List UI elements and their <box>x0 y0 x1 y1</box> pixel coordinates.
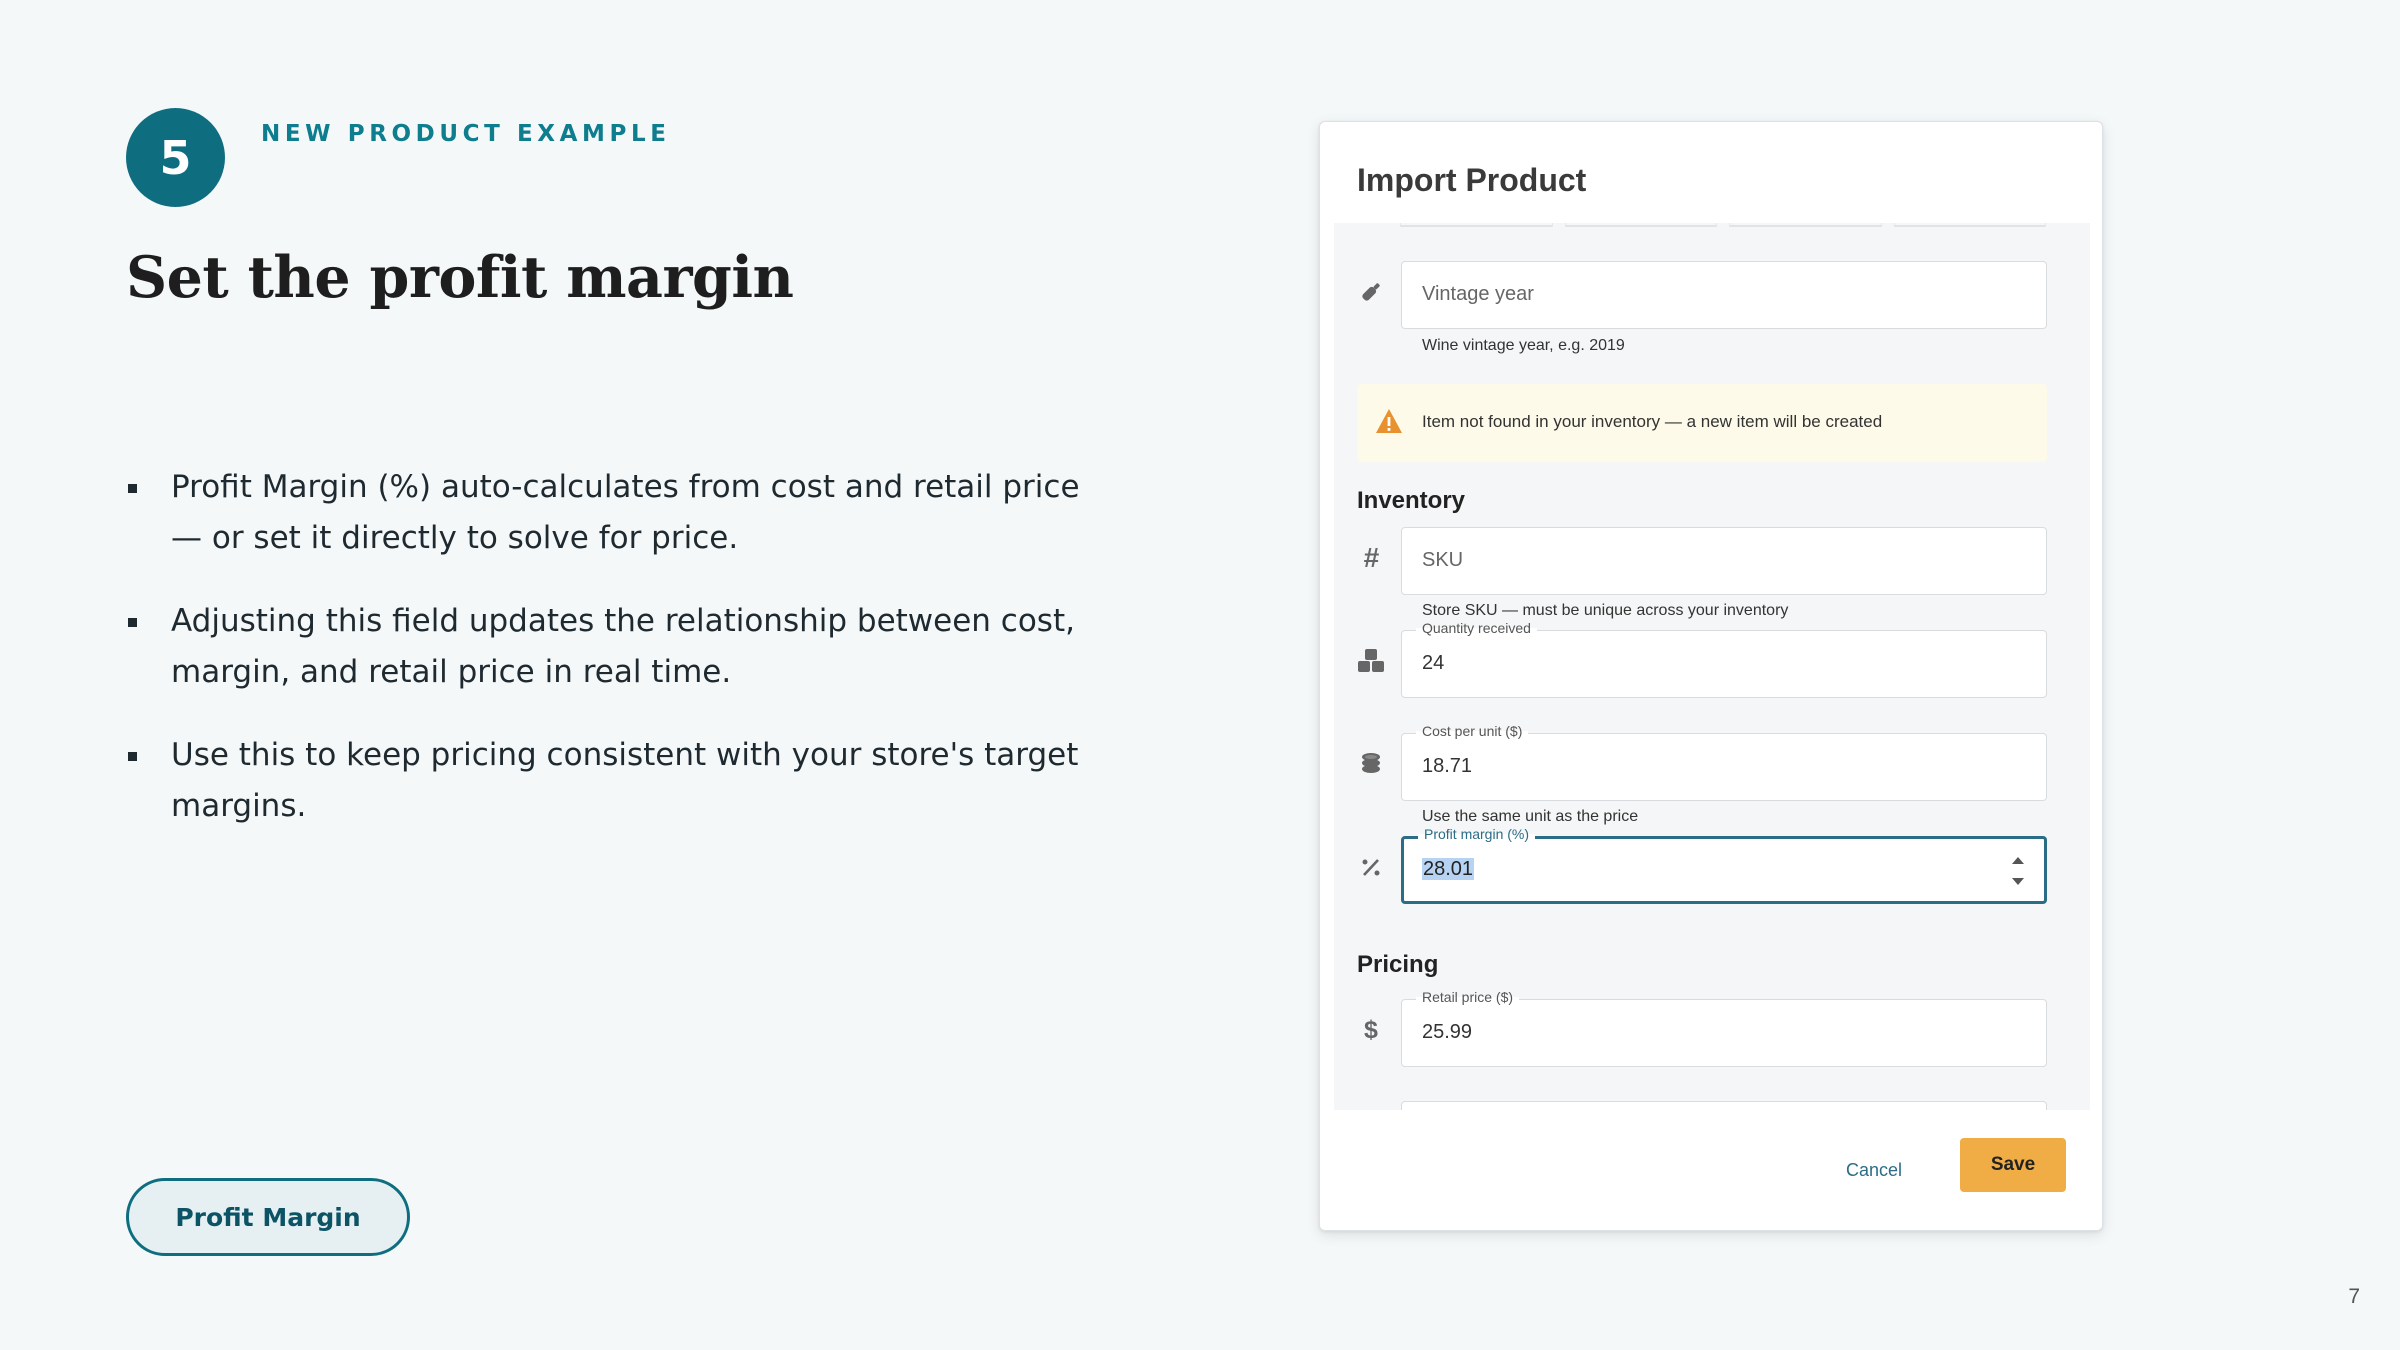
cost-per-unit-helper: Use the same unit as the price <box>1422 808 1639 825</box>
dollar-icon: $ <box>1364 1015 1378 1044</box>
page-number: 7 <box>2348 1285 2360 1308</box>
profit-margin-input[interactable]: Profit margin (%) 28.01 <box>1401 826 2047 904</box>
dialog-footer: Cancel Save <box>1320 1110 2102 1230</box>
quantity-received-label: Quantity received <box>1416 620 1537 636</box>
inventory-heading: Inventory <box>1357 487 1466 514</box>
retail-price-value: 25.99 <box>1422 1021 1473 1043</box>
step-number-badge: 5 <box>126 108 225 207</box>
retail-price-label: Retail price ($) <box>1416 989 1520 1005</box>
bullet-marker <box>128 618 137 627</box>
slide-title: Set the profit margin <box>126 244 794 311</box>
vintage-year-helper: Wine vintage year, e.g. 2019 <box>1422 337 1625 354</box>
bullet-item: Profit Margin (%) auto-calculates from c… <box>126 462 1086 564</box>
bullet-item: Use this to keep pricing consistent with… <box>126 730 1086 832</box>
spinner-down-icon[interactable] <box>2012 878 2024 885</box>
dialog-title: Import Product <box>1357 162 1587 198</box>
import-product-dialog: Import Product Vintage year Wine vintage… <box>1319 121 2103 1231</box>
profit-margin-value: 28.01 <box>1422 858 1475 881</box>
scrolled-fields-edge <box>1400 223 2046 227</box>
quantity-received-value: 24 <box>1422 652 1445 674</box>
bullet-text: Adjusting this field updates the relatio… <box>171 603 1075 690</box>
spinner-up-icon[interactable] <box>2012 857 2024 864</box>
save-button[interactable]: Save <box>1960 1138 2066 1192</box>
warning-text: Item not found in your inventory — a new… <box>1422 412 1883 431</box>
coins-icon <box>1356 749 1386 779</box>
topic-pill: Profit Margin <box>126 1178 410 1256</box>
quantity-received-input[interactable]: Quantity received 24 <box>1401 620 2047 698</box>
bullet-text: Profit Margin (%) auto-calculates from c… <box>171 469 1080 556</box>
not-found-warning: Item not found in your inventory — a new… <box>1357 384 2047 462</box>
field-edge <box>1729 223 1882 227</box>
field-edge <box>1400 223 1553 227</box>
next-field-partial[interactable] <box>1401 1101 2047 1110</box>
retail-price-input[interactable]: Retail price ($) 25.99 <box>1401 989 2047 1067</box>
field-edge <box>1893 223 2046 227</box>
vintage-year-input[interactable]: Vintage year <box>1401 261 2047 329</box>
warning-icon <box>1376 409 1402 433</box>
boxes-icon <box>1356 646 1386 676</box>
cost-per-unit-value: 18.71 <box>1422 755 1473 777</box>
bullet-list: Profit Margin (%) auto-calculates from c… <box>126 462 1086 864</box>
hash-icon: # <box>1363 542 1379 573</box>
bullet-marker <box>128 484 137 493</box>
sku-placeholder: SKU <box>1422 549 1464 571</box>
bullet-marker <box>128 752 137 761</box>
profit-margin-spinner[interactable] <box>2012 857 2024 885</box>
wine-bottle-icon <box>1356 277 1386 307</box>
sku-helper: Store SKU — must be unique across your i… <box>1422 602 1789 619</box>
profit-margin-label: Profit margin (%) <box>1418 826 1536 842</box>
cost-per-unit-input[interactable]: Cost per unit ($) 18.71 <box>1401 723 2047 801</box>
profit-margin-selected-text: 28.01 <box>1422 858 1475 880</box>
sku-input[interactable]: SKU <box>1401 527 2047 595</box>
percent-icon <box>1356 852 1386 882</box>
vintage-year-placeholder: Vintage year <box>1422 283 1534 305</box>
cost-per-unit-label: Cost per unit ($) <box>1416 723 1529 739</box>
field-edge <box>1564 223 1717 227</box>
cancel-button[interactable]: Cancel <box>1830 1144 1918 1196</box>
section-eyebrow: NEW PRODUCT EXAMPLE <box>261 121 671 147</box>
dialog-scroll-area[interactable]: Vintage year Wine vintage year, e.g. 201… <box>1334 223 2090 1110</box>
pricing-heading: Pricing <box>1357 951 1439 978</box>
bullet-item: Adjusting this field updates the relatio… <box>126 596 1086 698</box>
bullet-text: Use this to keep pricing consistent with… <box>171 737 1079 824</box>
